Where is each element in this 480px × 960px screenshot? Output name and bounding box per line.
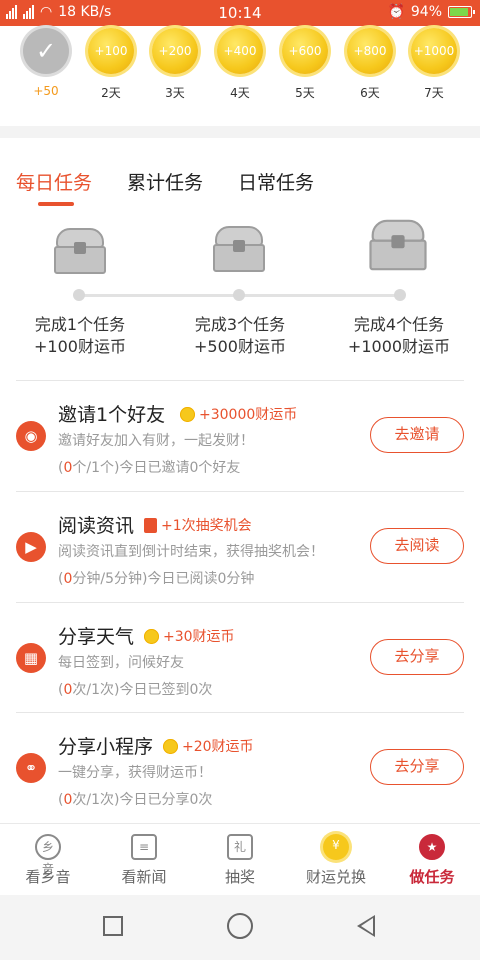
coin-icon [180,406,195,422]
task-invite-friend: ◉ 邀请1个好友 +30000财运币 邀请好友加入有财，一起发财！ (0个/1个… [0,381,480,491]
tab-cumulative[interactable]: 累计任务 [127,168,203,195]
task-reward: +30财运币 [144,626,235,646]
task-read-news: ▶ 阅读资讯 +1次抽奖机会 阅读资讯直到倒计时结束，获得抽奖机会！ (0分钟/… [0,492,480,602]
task-progress: (0次/1次)今日已分享0次 [58,792,213,808]
task-share-miniprogram: ⚭ 分享小程序 +20财运币 一键分享，获得财运币！ (0次/1次)今日已分享0… [0,713,480,823]
progress-dot [394,289,406,301]
coin-icon: +800 [347,28,393,74]
system-nav-bar [0,895,480,960]
nav-hometown-audio[interactable]: 乡音 看乡音 [0,834,96,887]
checkin-day-label: +50 [33,84,59,98]
recents-square-icon[interactable] [103,916,123,936]
milestone-3: 完成4个任务 +1000财运币 [347,315,451,356]
checkin-day-label: 2天 [101,86,121,100]
task-reward: +1次抽奖机会 [144,515,252,535]
tab-daily[interactable]: 每日任务 [16,168,92,195]
coin-icon [163,738,178,754]
milestone-2: 完成3个任务 +500财运币 [194,315,286,356]
share-miniprogram-button[interactable]: 去分享 [370,749,464,785]
invite-button[interactable]: 去邀请 [370,417,464,453]
task-progress: (0分钟/5分钟)今日已阅读0分钟 [58,571,255,587]
checkin-day-6[interactable]: +800 6天 [340,28,400,101]
share-weather-button[interactable]: 去分享 [370,639,464,675]
task-share-weather: ▦ 分享天气 +30财运币 每日签到，问候好友 (0次/1次)今日已签到0次 去… [0,603,480,713]
checkin-day-label: 4天 [230,86,250,100]
checkin-day-3[interactable]: +200 3天 [145,28,205,101]
back-triangle-icon[interactable] [357,915,375,937]
task-desc: 邀请好友加入有财，一起发财！ [58,433,254,449]
alarm-icon: ⏰ [387,4,405,20]
task-title: 阅读资讯 [58,515,135,537]
coin-icon: +600 [282,28,328,74]
coin-icon: +100 [88,28,134,74]
coin-icon: +200 [152,28,198,74]
task-title: 分享天气 [58,626,135,648]
task-progress: (0次/1次)今日已签到0次 [58,682,213,698]
checkin-strip: ✓ +50 +100 2天 +200 3天 +400 4天 +600 5天 +8… [0,26,480,126]
award-icon: ★ [419,834,445,860]
task-desc: 一键分享，获得财运币！ [58,765,212,781]
invite-icon: ◉ [16,421,46,451]
nav-exchange[interactable]: ¥ 财运兑换 [288,834,384,887]
checkin-day-label: 7天 [424,86,444,100]
nav-lottery[interactable]: 礼 抽奖 [192,834,288,887]
chest-icon[interactable] [52,228,108,274]
gift-icon: 礼 [227,834,253,860]
task-title: 邀请1个好友 [58,404,166,426]
read-button[interactable]: 去阅读 [370,528,464,564]
task-progress: (0个/1个)今日已邀请0个好友 [58,460,241,476]
task-desc: 每日签到，问候好友 [58,655,184,671]
checkin-day-label: 6天 [360,86,380,100]
task-reward: +30000财运币 [180,404,297,424]
coin-icon: +1000 [411,28,457,74]
checkin-day-2[interactable]: +100 2天 [81,28,141,101]
task-reward: +20财运币 [163,736,254,756]
section-divider [0,126,480,138]
checkin-day-label: 3天 [165,86,185,100]
home-circle-icon[interactable] [227,913,253,939]
coin-icon: +400 [217,28,263,74]
bottom-nav: 乡音 看乡音 ≡ 看新闻 礼 抽奖 ¥ 财运兑换 ★ 做任务 [0,823,480,895]
task-tabs: 每日任务 累计任务 日常任务 [0,168,480,208]
video-icon: ▶ [16,532,46,562]
checkin-day-1[interactable]: ✓ +50 [16,28,76,98]
checkin-day-7[interactable]: +1000 7天 [404,28,464,101]
checkin-day-4[interactable]: +400 4天 [210,28,270,101]
progress-dot [233,289,245,301]
task-title: 分享小程序 [58,736,154,758]
news-icon: ≡ [131,834,157,860]
checkin-day-5[interactable]: +600 5天 [275,28,335,101]
coin-icon [144,628,159,644]
link-icon: ⚭ [16,753,46,783]
chest-icon[interactable] [211,226,267,272]
calendar-icon: ▦ [16,643,46,673]
task-desc: 阅读资讯直到倒计时结束，获得抽奖机会！ [58,544,324,560]
hometown-audio-icon: 乡音 [35,834,61,876]
milestone-1: 完成1个任务 +100财运币 [34,315,126,356]
nav-news[interactable]: ≡ 看新闻 [96,834,192,887]
battery-icon [448,6,475,18]
check-icon: ✓ [23,28,69,74]
status-bar: ◠ 18 KB/s 10:14 ⏰ 94% [0,0,480,26]
checkin-day-label: 5天 [295,86,315,100]
tab-indicator [38,202,74,206]
ticket-icon [144,517,157,533]
coin-icon: ¥ [323,834,349,860]
progress-dot [73,289,85,301]
nav-tasks[interactable]: ★ 做任务 [384,834,480,887]
battery-percent: 94% [410,4,442,20]
chest-icon[interactable] [367,219,429,271]
tab-routine[interactable]: 日常任务 [238,168,314,195]
